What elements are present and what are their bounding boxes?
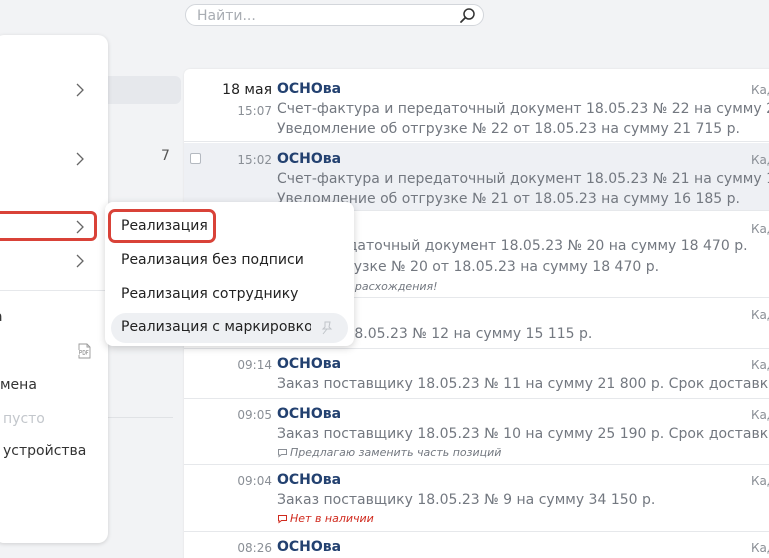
message-row-selected[interactable]: 15:02 ОСНОва Кад Счет-фактура и передато… (184, 143, 769, 211)
message-tag: Кад (751, 308, 769, 322)
message-row[interactable]: 09:04 ОСНОва Кад Заказ поставщику 18.05.… (184, 466, 769, 532)
message-row[interactable]: 18 мая 15:07 ОСНОва Кад Счет-фактура и п… (184, 69, 769, 142)
comment-icon (278, 515, 287, 524)
message-line: Счет-фактура и передаточный документ 18.… (277, 171, 769, 187)
chevron-right-icon[interactable] (74, 83, 86, 97)
message-line: Счет-фактура и передаточный документ 18.… (277, 101, 769, 117)
message-tag: Кад (751, 153, 769, 167)
left-side-panel: а мена пусто устройства (0, 35, 108, 543)
comment-icon (278, 449, 287, 458)
message-tag: Кад (751, 408, 769, 422)
pdf-icon[interactable] (78, 343, 91, 359)
message-time: 09:14 (237, 358, 272, 372)
divider (108, 417, 173, 418)
chevron-right-icon[interactable] (74, 152, 86, 166)
message-time: 08:26 (237, 541, 272, 555)
message-line: Уведомление об отгрузке № 22 от 18.05.23… (277, 121, 740, 137)
message-sender[interactable]: ОСНОва (277, 81, 341, 97)
message-sender[interactable]: ОСНОва (277, 356, 341, 372)
message-row[interactable]: 09:05 ОСНОва Кад Заказ поставщику 18.05.… (184, 400, 769, 465)
row-checkbox[interactable] (190, 153, 201, 164)
message-row[interactable]: 08:26 ОСНОва Кад (184, 533, 769, 558)
search-icon[interactable] (459, 7, 476, 24)
highlight-frame-sidebar (0, 211, 97, 241)
message-sender[interactable]: ОСНОва (277, 472, 341, 488)
message-tag: Кад (751, 222, 769, 236)
divider (0, 290, 108, 291)
message-time: 09:04 (237, 474, 272, 488)
message-note-warning: Нет в наличии (277, 512, 374, 525)
menu-item-realization-marked[interactable]: Реализация с маркировкой (111, 313, 348, 343)
sidebar-item-label[interactable]: мена (0, 377, 37, 393)
message-tag: Кад (751, 474, 769, 488)
search-input[interactable] (197, 7, 457, 24)
message-time: 15:07 (237, 104, 272, 118)
message-time: 15:02 (237, 153, 272, 167)
menu-item-label: Реализация с маркировкой (121, 319, 311, 335)
sidebar-item-label[interactable]: устройства (3, 443, 86, 459)
message-sender[interactable]: ОСНОва (277, 406, 341, 422)
sidebar-item-label-empty: пусто (3, 411, 45, 427)
search-box[interactable] (185, 4, 484, 26)
message-tag: Кад (751, 83, 769, 97)
behind-nav-item-active[interactable] (108, 76, 181, 104)
message-date: 18 мая (222, 82, 272, 98)
message-line: Заказ поставщику 18.05.23 № 10 на сумму … (277, 426, 769, 442)
pin-icon[interactable] (320, 320, 334, 336)
message-tag: Кад (751, 358, 769, 372)
menu-item-realization-unsigned[interactable]: Реализация без подписи (121, 252, 304, 268)
chevron-right-icon[interactable] (74, 254, 86, 268)
message-tag: Кад (751, 541, 769, 555)
message-sender[interactable]: ОСНОва (277, 151, 341, 167)
message-sender[interactable]: ОСНОва (277, 539, 341, 555)
message-row[interactable]: 09:14 ОСНОва Кад Заказ поставщику 18.05.… (184, 350, 769, 399)
folder-count-badge: 7 (161, 148, 170, 164)
message-time: 09:05 (237, 408, 272, 422)
highlight-frame-menu (108, 209, 216, 243)
message-line: Заказ поставщику 18.05.23 № 9 на сумму 3… (277, 492, 656, 508)
message-line: Заказ поставщику 18.05.23 № 11 на сумму … (277, 376, 769, 392)
message-note: Предлагаю заменить часть позиций (277, 446, 501, 459)
sidebar-item-label[interactable]: а (0, 309, 3, 325)
menu-item-realization-employee[interactable]: Реализация сотруднику (121, 286, 298, 302)
